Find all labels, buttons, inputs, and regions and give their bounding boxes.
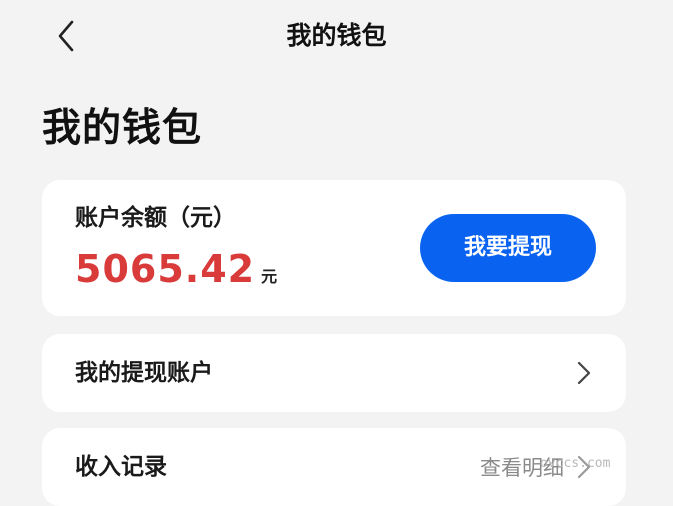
watermark: ovccs.com — [540, 456, 611, 471]
balance-amount: 5065.42 — [75, 247, 256, 291]
list-item-withdraw-account[interactable]: 我的提现账户 — [42, 334, 626, 412]
chevron-right-icon — [577, 361, 591, 385]
withdraw-button[interactable]: 我要提现 — [420, 214, 596, 282]
list-item-label: 收入记录 — [75, 454, 167, 480]
balance-label: 账户余额（元） — [75, 205, 236, 231]
page-title: 我的钱包 — [42, 106, 203, 151]
balance-card: 账户余额（元） 5065.42 元 我要提现 — [42, 180, 626, 316]
list-item-label: 我的提现账户 — [75, 360, 213, 386]
list-item-income-records[interactable]: 收入记录 查看明细 — [42, 428, 626, 506]
nav-bar: 我的钱包 — [0, 0, 673, 72]
balance-unit: 元 — [261, 267, 278, 286]
nav-title: 我的钱包 — [286, 21, 387, 50]
balance-value-row: 5065.42 元 — [75, 246, 277, 292]
